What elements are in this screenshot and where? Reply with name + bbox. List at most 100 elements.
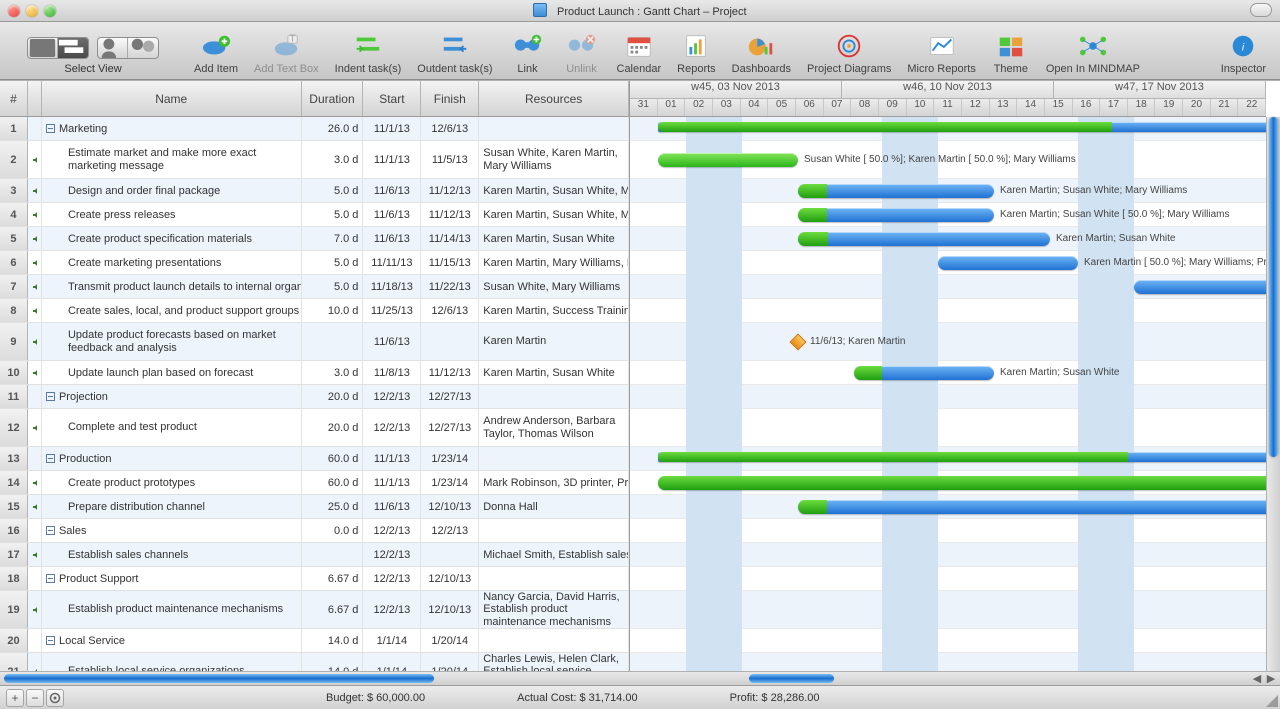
link-button[interactable]: Link: [501, 31, 555, 75]
table-row[interactable]: 17Establish sales channels12/2/13Michael…: [0, 543, 629, 567]
gantt-chart[interactable]: w45, 03 Nov 2013w46, 10 Nov 2013w47, 17 …: [630, 81, 1280, 671]
col-resources[interactable]: Resources: [479, 81, 629, 116]
actual-cost-metric: Actual Cost: $ 31,714.00: [517, 692, 638, 704]
grid-view-button[interactable]: [28, 38, 58, 58]
workspace: # Name Duration Start Finish Resources 1…: [0, 80, 1280, 685]
collapse-icon[interactable]: [46, 526, 55, 535]
task-bar[interactable]: [658, 153, 798, 167]
view-mode-segment[interactable]: [27, 37, 89, 59]
grid-body[interactable]: 1Marketing26.0 d11/1/1312/6/132Estimate …: [0, 117, 629, 671]
table-row[interactable]: 10Update launch plan based on forecast3.…: [0, 361, 629, 385]
table-row[interactable]: 2Estimate market and make more exact mar…: [0, 141, 629, 179]
theme-button[interactable]: Theme: [984, 31, 1038, 75]
task-bar[interactable]: [798, 232, 1050, 246]
col-finish[interactable]: Finish: [421, 81, 479, 116]
add-text-box-button[interactable]: T Add Text Box: [246, 31, 327, 75]
link-indicator-icon: [32, 605, 37, 615]
add-item-button[interactable]: Add Item: [186, 31, 246, 75]
settings-gear-button[interactable]: [46, 689, 64, 707]
timeline-weeks: w45, 03 Nov 2013w46, 10 Nov 2013w47, 17 …: [630, 81, 1266, 99]
task-bar[interactable]: [1134, 280, 1274, 294]
task-bar[interactable]: [798, 184, 994, 198]
col-indicator[interactable]: [28, 81, 42, 116]
table-row[interactable]: 3Design and order final package5.0 d11/6…: [0, 179, 629, 203]
table-row[interactable]: 7Transmit product launch details to inte…: [0, 275, 629, 299]
grid-header: # Name Duration Start Finish Resources: [0, 81, 629, 117]
status-bar: + − Budget: $ 60,000.00 Actual Cost: $ 3…: [0, 685, 1280, 709]
task-bar[interactable]: [854, 366, 994, 380]
table-row[interactable]: 5Create product specification materials7…: [0, 227, 629, 251]
bar-label: Karen Martin; Susan White: [1000, 367, 1120, 378]
link-indicator-icon: [32, 502, 37, 512]
link-indicator-icon: [32, 306, 37, 316]
gear-icon: [49, 692, 61, 704]
outdent-button[interactable]: Outdent task(s): [409, 31, 500, 75]
table-row[interactable]: 6Create marketing presentations5.0 d11/1…: [0, 251, 629, 275]
gantt-view-button[interactable]: [58, 38, 88, 58]
col-name[interactable]: Name: [42, 81, 302, 116]
resize-grip-icon[interactable]: [1264, 693, 1278, 707]
collapse-icon[interactable]: [46, 392, 55, 401]
bar-label: Karen Martin; Susan White [ 50.0 %]; Mar…: [1000, 209, 1230, 220]
grid-hscrollbar[interactable]: [0, 671, 630, 685]
remove-row-button[interactable]: −: [26, 689, 44, 707]
table-row[interactable]: 19Establish product maintenance mechanis…: [0, 591, 629, 629]
unlink-button[interactable]: Unlink: [555, 31, 609, 75]
summary-bar[interactable]: [658, 452, 1280, 462]
project-diagrams-button[interactable]: Project Diagrams: [799, 31, 899, 75]
add-row-button[interactable]: +: [6, 689, 24, 707]
table-row[interactable]: 15Prepare distribution channel25.0 d11/6…: [0, 495, 629, 519]
link-indicator-icon: [32, 210, 37, 220]
scroll-right-icon[interactable]: ▶: [1264, 672, 1278, 685]
gantt-hscrollbar[interactable]: ◀ ▶: [630, 671, 1280, 685]
link-indicator-icon: [32, 234, 37, 244]
task-bar[interactable]: [938, 256, 1078, 270]
col-number[interactable]: #: [0, 81, 28, 116]
link-indicator-icon: [32, 337, 37, 347]
col-start[interactable]: Start: [363, 81, 421, 116]
profit-metric: Profit: $ 28,286.00: [730, 692, 820, 704]
resource-sheet-button[interactable]: [98, 38, 128, 58]
collapse-icon[interactable]: [46, 574, 55, 583]
bar-label: Susan White [ 50.0 %]; Karen Martin [ 50…: [804, 154, 1076, 165]
dashboards-button[interactable]: Dashboards: [724, 31, 799, 75]
table-row[interactable]: 20Local Service14.0 d1/1/141/20/14: [0, 629, 629, 653]
table-row[interactable]: 8Create sales, local, and product suppor…: [0, 299, 629, 323]
table-row[interactable]: 4Create press releases5.0 d11/6/1311/12/…: [0, 203, 629, 227]
table-row[interactable]: 9Update product forecasts based on marke…: [0, 323, 629, 361]
task-bar[interactable]: [798, 208, 994, 222]
inspector-button[interactable]: i Inspector: [1213, 31, 1274, 75]
resource-segment[interactable]: [97, 37, 159, 59]
open-mindmap-button[interactable]: Open In MINDMAP: [1038, 31, 1148, 75]
link-indicator-icon: [32, 155, 37, 165]
window-title: Product Launch : Gantt Chart – Project: [0, 3, 1280, 18]
table-row[interactable]: 18Product Support6.67 d12/2/1312/10/13: [0, 567, 629, 591]
calendar-button[interactable]: Calendar: [609, 31, 670, 75]
task-bar[interactable]: [798, 500, 1280, 514]
scroll-left-icon[interactable]: ◀: [1250, 672, 1264, 685]
table-row[interactable]: 12Complete and test product20.0 d12/2/13…: [0, 409, 629, 447]
collapse-icon[interactable]: [46, 124, 55, 133]
toolbar-toggle-button[interactable]: [1250, 3, 1272, 17]
timeline-days: 3101020304050607080910111213141516171819…: [630, 99, 1266, 117]
table-row[interactable]: 21Establish local service organizations1…: [0, 653, 629, 671]
table-row[interactable]: 13Production60.0 d11/1/131/23/14: [0, 447, 629, 471]
task-bar[interactable]: [658, 476, 1280, 490]
micro-reports-button[interactable]: Micro Reports: [899, 31, 983, 75]
indent-button[interactable]: Indent task(s): [327, 31, 410, 75]
link-indicator-icon: [32, 282, 37, 292]
collapse-icon[interactable]: [46, 636, 55, 645]
table-row[interactable]: 1Marketing26.0 d11/1/1312/6/13: [0, 117, 629, 141]
link-indicator-icon: [32, 186, 37, 196]
reports-button[interactable]: Reports: [669, 31, 724, 75]
table-row[interactable]: 16Sales0.0 d12/2/1312/2/13: [0, 519, 629, 543]
summary-bar[interactable]: [658, 122, 1280, 132]
collapse-icon[interactable]: [46, 454, 55, 463]
table-row[interactable]: 14Create product prototypes60.0 d11/1/13…: [0, 471, 629, 495]
col-duration[interactable]: Duration: [302, 81, 364, 116]
resource-usage-button[interactable]: [128, 38, 158, 58]
budget-metric: Budget: $ 60,000.00: [326, 692, 425, 704]
gantt-vscrollbar[interactable]: [1266, 117, 1280, 671]
table-row[interactable]: 11Projection20.0 d12/2/1312/27/13: [0, 385, 629, 409]
document-icon: [533, 3, 547, 17]
